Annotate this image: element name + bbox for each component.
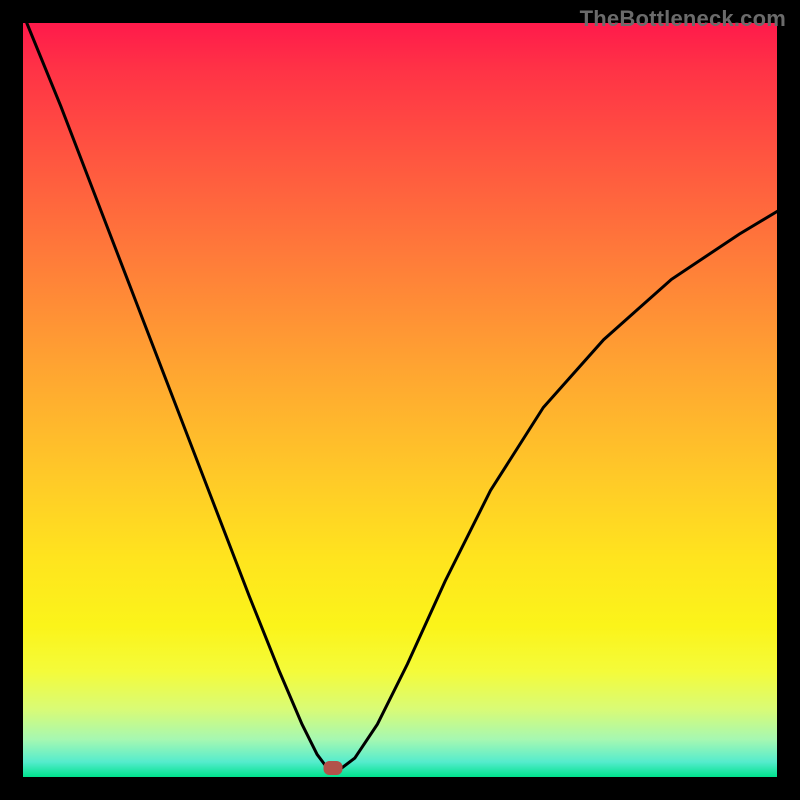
chart-stage: TheBottleneck.com — [0, 0, 800, 800]
bottleneck-curve — [23, 23, 777, 777]
watermark-text: TheBottleneck.com — [580, 6, 786, 32]
plot-area — [23, 23, 777, 777]
curve-path — [27, 23, 777, 770]
optimal-point-marker — [323, 761, 342, 775]
